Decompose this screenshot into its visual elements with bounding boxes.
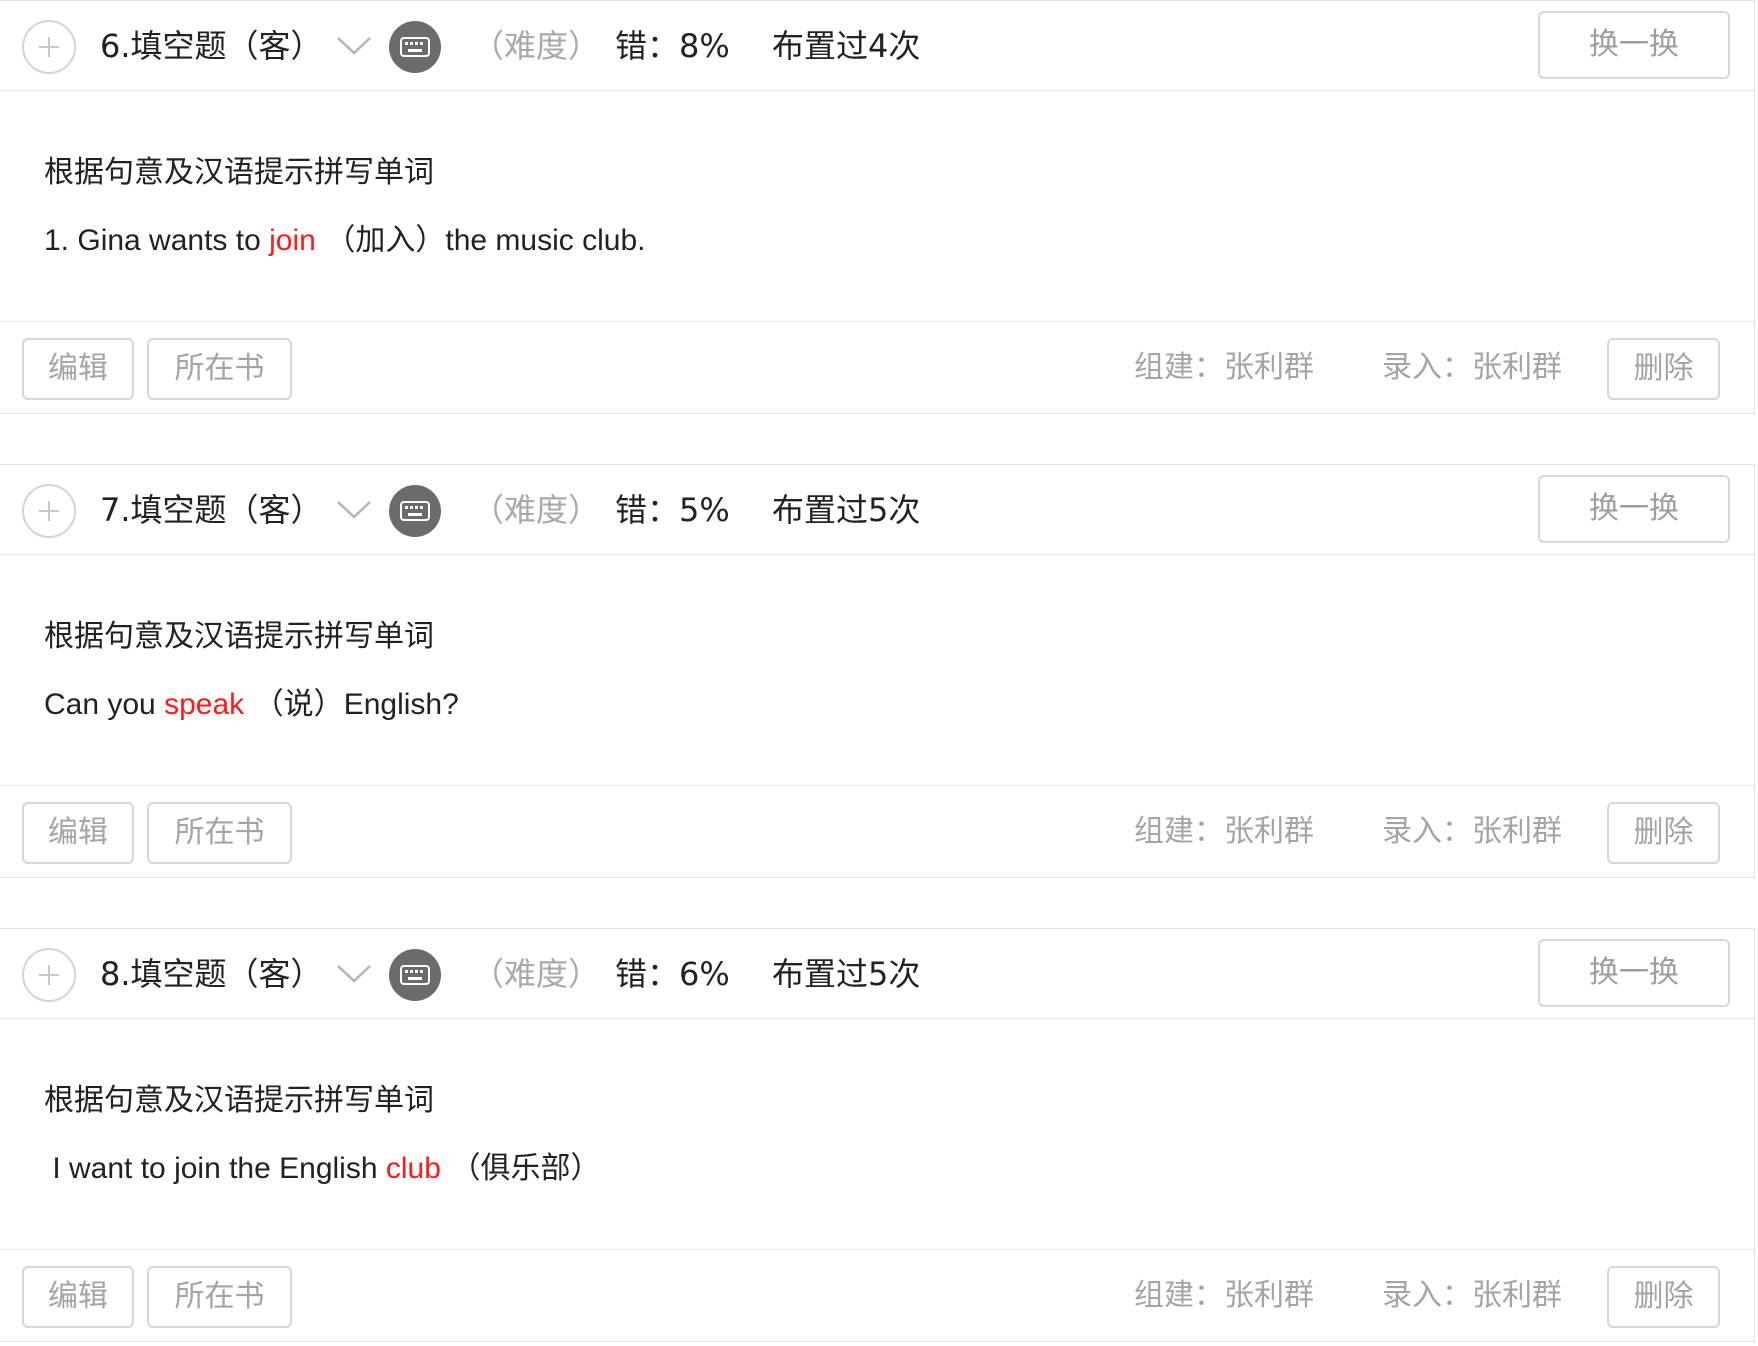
difficulty-label: （难度） [472,955,601,993]
assigned-count: 布置过5次 [772,491,921,529]
assigned-count: 布置过4次 [772,27,921,65]
answer-word: join [269,224,316,257]
answer-word: speak [164,688,245,721]
keyboard-icon[interactable] [389,485,441,537]
chevron-down-icon[interactable] [334,497,374,523]
edit-button[interactable]: 编辑 [22,802,134,864]
question-title: 7.填空题（客） [100,491,323,529]
question-card: 7.填空题（客） （难度） 错：5% 布置过5次 换一换 根据句意及汉语提示拼写… [0,464,1755,878]
question-title: 6.填空题（客） [100,27,323,65]
delete-button[interactable]: 删除 [1607,1266,1720,1328]
keyboard-icon[interactable] [389,949,441,1001]
error-rate: 错：5% [615,491,730,529]
question-title: 8.填空题（客） [100,955,323,993]
question-footer: 编辑 所在书 组建：张利群 录入：张利群 删除 [0,785,1754,879]
sentence-after: the music club. [445,224,646,257]
edit-button[interactable]: 编辑 [22,338,134,400]
plus-circle-icon[interactable] [22,484,76,538]
source-book-button[interactable]: 所在书 [147,802,292,864]
question-card: 6.填空题（客） （难度） 错：8% 布置过4次 换一换 根据句意及汉语提示拼写… [0,0,1755,414]
builder-info: 组建：张利群 [1134,350,1314,385]
answer-word: club [385,1152,441,1185]
keyboard-icon[interactable] [389,21,441,73]
question-list: 6.填空题（客） （难度） 错：8% 布置过4次 换一换 根据句意及汉语提示拼写… [0,0,1758,1346]
question-sentence: 1. Gina wants to join （加入）the music club… [44,219,645,263]
question-sentence: I want to join the English club （俱乐部） [44,1147,600,1191]
chinese-hint: （加入） [315,223,446,258]
sentence-after: English? [343,688,459,721]
builder-info: 组建：张利群 [1134,814,1314,849]
entry-info: 录入：张利群 [1382,350,1562,385]
entry-info: 录入：张利群 [1382,814,1562,849]
sentence-before: 1. Gina wants to [44,224,270,257]
sentence-before: Can you [44,688,165,721]
plus-circle-icon[interactable] [22,948,76,1002]
question-sentence: Can you speak （说）English? [44,683,459,727]
chinese-hint: （说） [244,687,344,722]
difficulty-label: （难度） [472,27,601,65]
chevron-down-icon[interactable] [334,33,374,59]
delete-button[interactable]: 删除 [1607,802,1720,864]
question-footer: 编辑 所在书 组建：张利群 录入：张利群 删除 [0,1249,1754,1343]
entry-info: 录入：张利群 [1382,1278,1562,1313]
source-book-button[interactable]: 所在书 [147,1266,292,1328]
chinese-hint: （俱乐部） [440,1151,601,1186]
question-header: 7.填空题（客） （难度） 错：5% 布置过5次 换一换 [0,465,1754,555]
question-instruction: 根据句意及汉语提示拼写单词 [44,155,434,190]
edit-button[interactable]: 编辑 [22,1266,134,1328]
question-instruction: 根据句意及汉语提示拼写单词 [44,1083,434,1118]
sentence-before: I want to join the English [44,1152,386,1185]
swap-button[interactable]: 换一换 [1538,11,1730,79]
error-rate: 错：8% [615,27,730,65]
delete-button[interactable]: 删除 [1607,338,1720,400]
difficulty-label: （难度） [472,491,601,529]
question-instruction: 根据句意及汉语提示拼写单词 [44,619,434,654]
plus-circle-icon[interactable] [22,20,76,74]
question-header: 6.填空题（客） （难度） 错：8% 布置过4次 换一换 [0,1,1754,91]
assigned-count: 布置过5次 [772,955,921,993]
source-book-button[interactable]: 所在书 [147,338,292,400]
question-card: 8.填空题（客） （难度） 错：6% 布置过5次 换一换 根据句意及汉语提示拼写… [0,928,1755,1342]
swap-button[interactable]: 换一换 [1538,939,1730,1007]
error-rate: 错：6% [615,955,730,993]
swap-button[interactable]: 换一换 [1538,475,1730,543]
question-header: 8.填空题（客） （难度） 错：6% 布置过5次 换一换 [0,929,1754,1019]
chevron-down-icon[interactable] [334,961,374,987]
question-footer: 编辑 所在书 组建：张利群 录入：张利群 删除 [0,321,1754,415]
builder-info: 组建：张利群 [1134,1278,1314,1313]
